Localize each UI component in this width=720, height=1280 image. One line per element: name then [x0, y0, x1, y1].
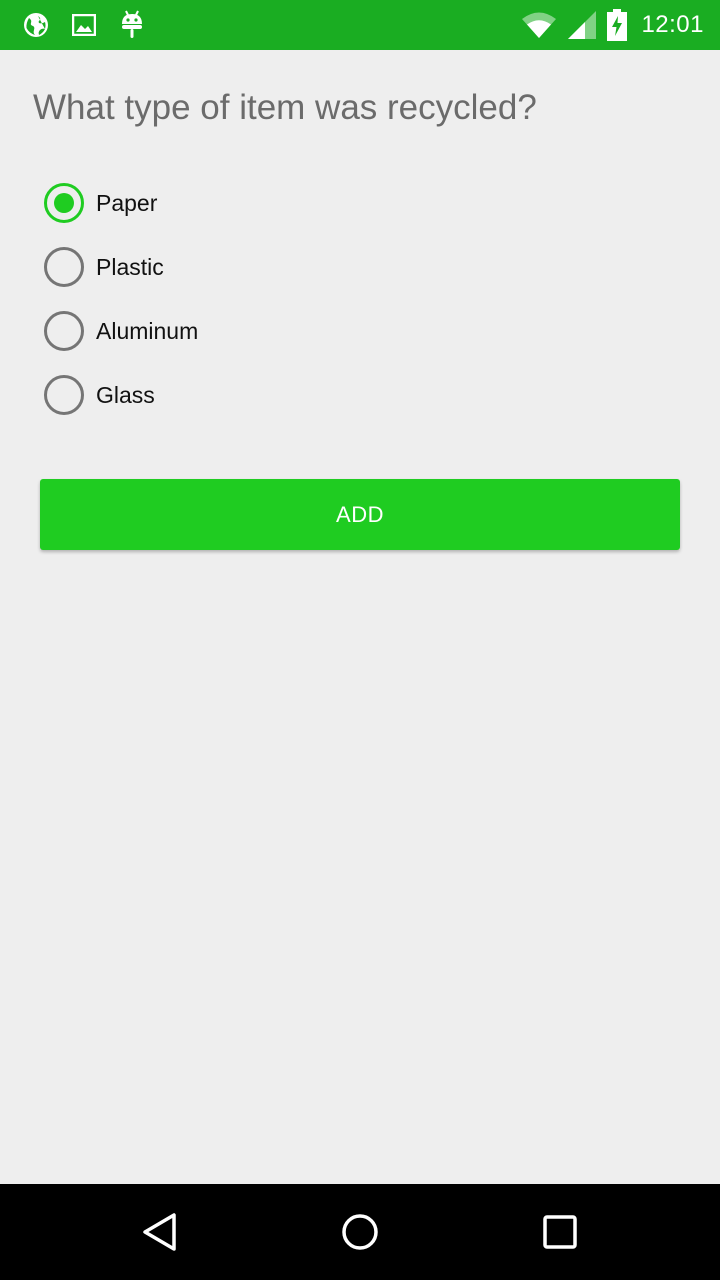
- radio-button[interactable]: [44, 247, 84, 287]
- signal-icon: [567, 9, 597, 41]
- radio-button[interactable]: [44, 375, 84, 415]
- radio-label: Aluminum: [96, 317, 199, 344]
- radio-option-aluminum[interactable]: Aluminum: [44, 299, 684, 363]
- radio-label: Plastic: [96, 253, 164, 280]
- globe-icon: [22, 11, 50, 39]
- radio-option-paper[interactable]: Paper: [44, 171, 684, 235]
- android-icon: [118, 10, 146, 39]
- recents-icon[interactable]: [536, 1208, 584, 1256]
- navigation-bar: [0, 1184, 720, 1280]
- radio-option-glass[interactable]: Glass: [44, 363, 684, 427]
- radio-dot: [54, 193, 74, 213]
- radio-option-plastic[interactable]: Plastic: [44, 235, 684, 299]
- add-button[interactable]: ADD: [40, 479, 680, 550]
- battery-charging-icon: [607, 9, 628, 41]
- status-time: 12:01: [641, 11, 704, 38]
- home-icon[interactable]: [336, 1208, 384, 1256]
- radio-label: Paper: [96, 189, 158, 216]
- image-icon: [70, 11, 98, 39]
- radio-label: Glass: [96, 381, 155, 408]
- radio-button[interactable]: [44, 311, 84, 351]
- system-icons: 12:01: [511, 8, 704, 42]
- wifi-icon: [521, 9, 557, 41]
- screen: 12:01 What type of item was recycled? Pa…: [0, 0, 720, 1280]
- question-title: What type of item was recycled?: [33, 88, 537, 127]
- item-type-radio-group: Paper Plastic Aluminum Glass: [44, 171, 684, 427]
- status-bar: 12:01: [0, 0, 720, 50]
- back-icon[interactable]: [136, 1208, 184, 1256]
- radio-button-checked[interactable]: [44, 183, 84, 223]
- notification-icons: [22, 10, 166, 40]
